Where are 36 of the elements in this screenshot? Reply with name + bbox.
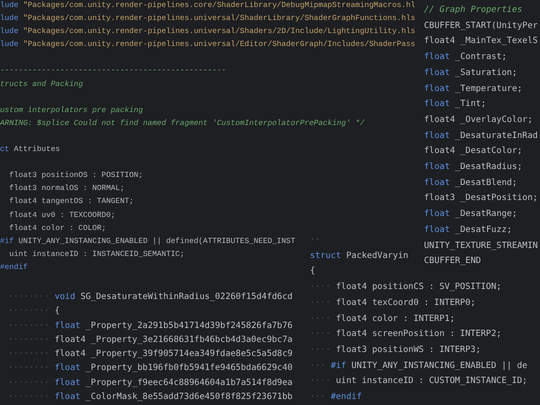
code-line: struct PackedVaryin [310,250,408,263]
code-line: ········ float4 _Property_3e21668631fb46bcb4d3a0ec9bc7a [8,334,293,347]
code-line: float _DesatFuzz; [424,224,512,237]
code-line: ···· float3 positionWS : INTERP3; [310,344,481,357]
code-line: ···· float4 positionCS : SV_POSITION; [310,281,502,294]
code-line: float4 _DesatColor; [424,145,522,158]
code-line: float _DesatRadius; [424,161,522,174]
code-line: ···· float4 color : INTERP1; [310,312,455,326]
code-line: float _Saturation; [424,66,518,80]
code-line: ········ { [8,305,60,318]
code-line: ········ float _Property_f9eec64c88964604a1b7a514f8d9ea [8,376,293,390]
code-line: float _DesatRange; [424,208,518,222]
code-line: ········ float _Property_2a291b5b41714d39bf245826fa7b76 [8,320,293,333]
code-line: ··· #endif [310,391,362,404]
code-line: ···· uint instanceID : CUSTOM_INSTANCE_ID; [310,375,528,388]
code-line: { [310,265,316,278]
code-line: ········ float _Property_bb196fb0fb5941fe9465bda6629c40 [8,362,293,376]
code-line: ··· #if UNITY_ANY_INSTANCING_ENABLED || de [310,360,528,373]
code-line: UNITY_TEXTURE_STREAMIN [424,240,538,253]
code-line: float _DesatBlend; [424,176,518,190]
code-line: float _Tint; [424,98,486,112]
code-line: ········ float _ColorMask_8e55add73d6e450f8f825f23671bb [8,391,293,404]
code-line: ········ void SG_DesaturateWithinRadius_02260f15d4fd6cd [8,291,293,304]
code-line: ···· float4 texCoord0 : INTERP0; [310,296,476,310]
code-line: ········ float4 _Property_39f905714ea349fdae8e5c5a5d8c9 [8,348,293,362]
code-line: float3 _DesatPosition; [424,192,538,206]
code-line: // Graph Properties [424,4,522,17]
code-line: float _Contrast; [424,51,507,64]
code-line: CBUFFER_START(UnityPer [424,20,538,33]
code-line: float4 _MainTex_TexelS [424,35,538,48]
code-line: CBUFFER_END [424,255,481,268]
code-line: ···· float4 screenPosition : INTERP2; [310,328,502,342]
code-line: float4 _OverlayColor; [424,114,533,127]
code-line: float _Temperature; [424,82,522,96]
code-line: ·· [310,234,320,247]
code-line: float _DesaturateInRad [424,130,538,143]
